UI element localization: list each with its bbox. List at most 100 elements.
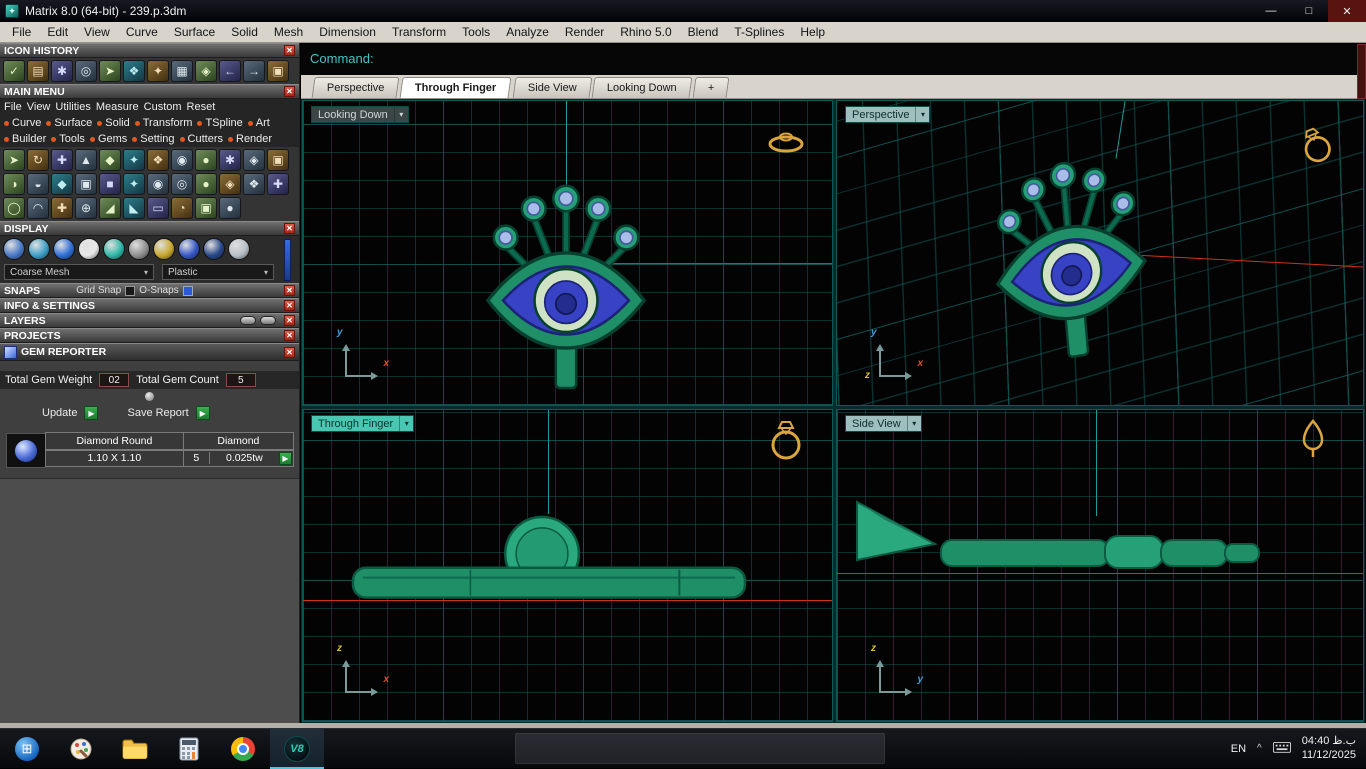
main-menu-link[interactable]: View <box>27 101 51 113</box>
info-settings-header[interactable]: INFO & SETTINGS ✕ <box>0 298 299 313</box>
history-tool-icon[interactable]: ◎ <box>75 60 97 82</box>
toolbar-icon[interactable]: ▣ <box>75 173 97 195</box>
toolbar-icon[interactable]: ❖ <box>243 173 265 195</box>
menu-item[interactable]: T-Splines <box>726 23 792 41</box>
o-snaps-checkbox[interactable] <box>182 285 193 296</box>
menu-item[interactable]: File <box>4 23 39 41</box>
viewport-tab[interactable]: Through Finger <box>400 77 513 98</box>
main-menu-link[interactable]: Reset <box>187 101 216 113</box>
update-run-icon[interactable]: ▶ <box>84 406 99 420</box>
display-mode-icon[interactable] <box>78 238 100 260</box>
main-menu-link[interactable]: Solid <box>97 117 129 129</box>
main-menu-link[interactable]: Builder <box>4 133 46 145</box>
main-menu-link[interactable]: Tools <box>51 133 85 145</box>
taskbar-chrome[interactable] <box>216 729 270 769</box>
material-select[interactable]: Plastic ▾ <box>162 264 274 280</box>
history-tool-icon[interactable]: → <box>243 60 265 82</box>
chevron-down-icon[interactable]: ▾ <box>915 107 929 122</box>
gem-row-action-icon[interactable]: ▶ <box>278 451 292 465</box>
toolbar-icon[interactable]: ✚ <box>51 197 73 219</box>
menu-item[interactable]: Help <box>792 23 833 41</box>
grid-snap-checkbox[interactable] <box>125 285 136 296</box>
projects-header[interactable]: PROJECTS ✕ <box>0 328 299 343</box>
chevron-down-icon[interactable]: ▾ <box>399 416 413 431</box>
menu-item[interactable]: Transform <box>384 23 454 41</box>
save-report-run-icon[interactable]: ▶ <box>195 406 210 420</box>
menu-item[interactable]: Solid <box>223 23 266 41</box>
viewport-label-looking-down[interactable]: Looking Down ▾ <box>311 106 409 123</box>
toolbar-icon[interactable]: ▣ <box>267 149 289 171</box>
close-panel-icon[interactable]: ✕ <box>284 223 295 234</box>
menu-item[interactable]: Dimension <box>311 23 384 41</box>
toolbar-icon[interactable]: ❖ <box>147 149 169 171</box>
toolbar-icon[interactable]: ● <box>219 197 241 219</box>
layers-header[interactable]: LAYERS ✕ <box>0 313 299 328</box>
menu-item[interactable]: Surface <box>166 23 223 41</box>
history-tool-icon[interactable]: ▤ <box>27 60 49 82</box>
panel-splitter[interactable] <box>0 389 299 403</box>
icon-history-header[interactable]: ICON HISTORY ✕ <box>0 43 299 58</box>
menu-item[interactable]: Mesh <box>266 23 311 41</box>
main-menu-link[interactable]: Transform <box>135 117 193 129</box>
toolbar-icon[interactable]: ↻ <box>27 149 49 171</box>
toolbar-icon[interactable]: ■ <box>99 173 121 195</box>
total-gem-count-value[interactable]: 5 <box>225 373 256 387</box>
taskbar-calculator[interactable] <box>162 729 216 769</box>
chevron-down-icon[interactable]: ▾ <box>393 107 408 122</box>
main-menu-link[interactable]: Custom <box>144 101 182 113</box>
gem-type-cell[interactable]: Diamond <box>182 432 294 450</box>
history-tool-icon[interactable]: ◈ <box>195 60 217 82</box>
viewport-looking-down[interactable]: Looking Down ▾ y x <box>302 100 833 406</box>
clock[interactable]: ب.ظ 04:40 11/12/2025 <box>1302 735 1356 763</box>
toolbar-icon[interactable]: ◉ <box>171 149 193 171</box>
history-tool-icon[interactable]: ✓ <box>3 60 25 82</box>
viewport-side-view[interactable]: Side View ▾ z y <box>836 409 1364 722</box>
toolbar-icon[interactable]: ◆ <box>99 149 121 171</box>
maximize-button[interactable]: □ <box>1290 0 1328 22</box>
toolbar-icon[interactable]: ◆ <box>51 173 73 195</box>
main-menu-link[interactable]: TSpline <box>197 117 242 129</box>
touch-keyboard-icon[interactable] <box>1272 740 1291 758</box>
viewport-through-finger[interactable]: Through Finger ▾ z x <box>302 409 833 722</box>
gem-size-cell[interactable]: 1.10 X 1.10 <box>45 449 184 467</box>
tray-expand-button[interactable]: ^ <box>1257 743 1262 754</box>
menu-item[interactable]: Tools <box>454 23 498 41</box>
main-menu-link[interactable]: Gems <box>90 133 127 145</box>
main-menu-link[interactable]: Utilities <box>55 101 90 113</box>
gem-thumbnail[interactable] <box>6 433 46 468</box>
gem-count-value[interactable]: 5 <box>184 452 210 465</box>
toolbar-icon[interactable]: ◣ <box>123 197 145 219</box>
close-panel-icon[interactable]: ✕ <box>284 45 295 56</box>
display-mode-icon[interactable] <box>53 238 75 260</box>
toolbar-icon[interactable]: ● <box>195 173 217 195</box>
history-tool-icon[interactable]: ➤ <box>99 60 121 82</box>
gem-reporter-header[interactable]: GEM REPORTER ✕ <box>0 343 299 361</box>
gem-name-cell[interactable]: Diamond Round <box>45 432 184 450</box>
taskbar-paint-app[interactable] <box>54 729 108 769</box>
toolbar-icon[interactable]: ◠ <box>27 197 49 219</box>
display-header[interactable]: DISPLAY ✕ <box>0 221 299 236</box>
viewport-label-through-finger[interactable]: Through Finger ▾ <box>311 415 415 432</box>
viewport-label-perspective[interactable]: Perspective ▾ <box>845 106 931 123</box>
display-mode-icon[interactable] <box>28 238 50 260</box>
display-mode-icon[interactable] <box>153 238 175 260</box>
display-mode-icon[interactable] <box>228 238 250 260</box>
history-tool-icon[interactable]: ❖ <box>123 60 145 82</box>
viewport-tab[interactable]: Looking Down <box>591 77 693 98</box>
history-tool-icon[interactable]: ✦ <box>147 60 169 82</box>
display-mode-icon[interactable] <box>203 238 225 260</box>
taskbar-file-explorer[interactable] <box>108 729 162 769</box>
toolbar-icon[interactable]: ◔ <box>171 197 193 219</box>
model-perspective-view[interactable] <box>981 138 1159 374</box>
toolbar-icon[interactable]: ◎ <box>171 173 193 195</box>
main-menu-link[interactable]: Art <box>248 117 270 129</box>
menu-item[interactable]: Edit <box>39 23 76 41</box>
menu-item[interactable]: Blend <box>680 23 727 41</box>
viewport-tab[interactable]: Perspective <box>311 77 400 98</box>
save-report-button[interactable]: Save Report <box>127 407 188 419</box>
close-panel-icon[interactable]: ✕ <box>284 330 295 341</box>
toolbar-icon[interactable]: ▲ <box>75 149 97 171</box>
toolbar-icon[interactable]: ➤ <box>3 149 25 171</box>
main-menu-link[interactable]: Setting <box>132 133 174 145</box>
toolbar-icon[interactable]: ▣ <box>195 197 217 219</box>
